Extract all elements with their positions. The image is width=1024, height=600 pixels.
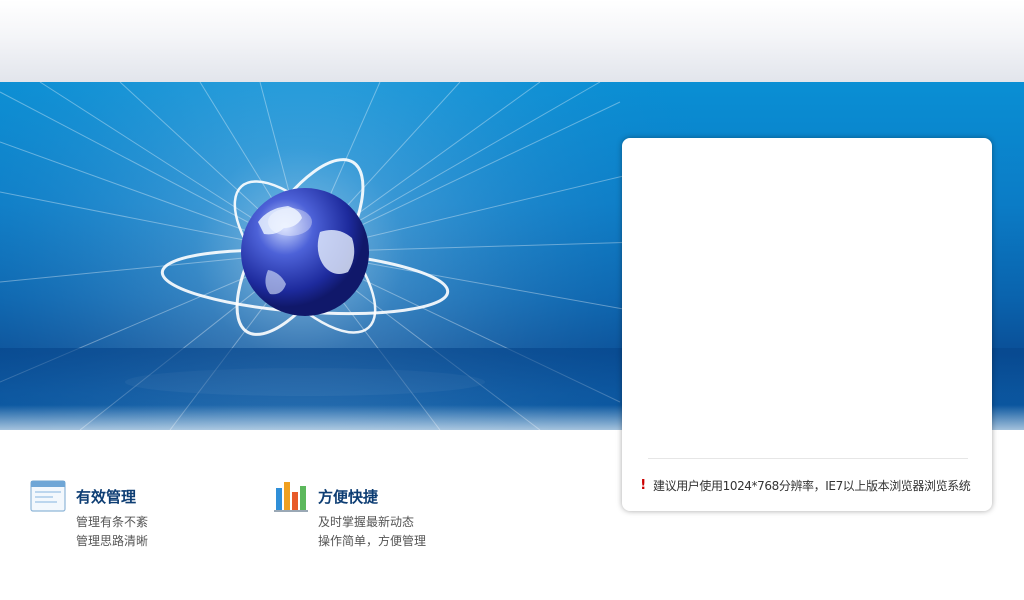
feature-title: 方便快捷 <box>318 488 379 506</box>
panel-divider <box>648 458 968 459</box>
bar-chart-icon <box>274 482 308 512</box>
feature-description: 及时掌握最新动态 <box>318 515 415 529</box>
feature-description: 管理有条不紊 <box>76 515 149 529</box>
exclamation-icon: ! <box>640 477 646 493</box>
feature-description: 操作简单，方便管理 <box>318 534 427 548</box>
top-band <box>0 0 1024 82</box>
login-page: ! 建议用户使用1024*768分辨率，IE7以上版本浏览器浏览系统 有效管理 … <box>0 0 1024 600</box>
browser-window-icon <box>30 480 66 512</box>
login-panel: ! 建议用户使用1024*768分辨率，IE7以上版本浏览器浏览系统 <box>622 138 992 511</box>
resolution-notice-text: 建议用户使用1024*768分辨率，IE7以上版本浏览器浏览系统 <box>653 478 971 493</box>
feature-title: 有效管理 <box>76 488 137 506</box>
resolution-notice: ! 建议用户使用1024*768分辨率，IE7以上版本浏览器浏览系统 <box>638 477 971 493</box>
feature-description: 管理思路清晰 <box>76 534 149 548</box>
